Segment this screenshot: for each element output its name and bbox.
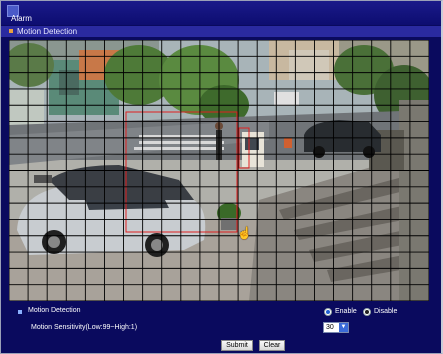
window-border	[0, 0, 443, 354]
app-window: Alarm Motion Detection ☝ Motion Detectio…	[0, 0, 443, 354]
